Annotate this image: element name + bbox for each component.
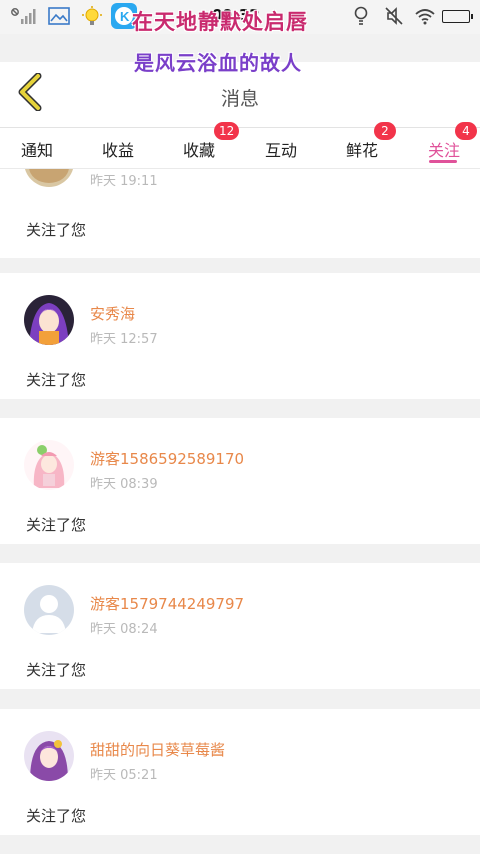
page-title: 消息 bbox=[220, 88, 259, 110]
tab-label: 关注 bbox=[427, 140, 460, 160]
message-time: 昨天 05:21 bbox=[90, 768, 158, 783]
user-name[interactable]: 游客1586592589170 bbox=[90, 448, 244, 469]
user-name[interactable]: 甜甜的向日葵草莓酱 bbox=[90, 739, 225, 760]
message-text: 关注了您 bbox=[26, 371, 87, 389]
signal-icon bbox=[10, 5, 36, 27]
message-text: 关注了您 bbox=[26, 807, 87, 825]
tab-bar: 通知 收益 收藏 12 互动 鲜花 2 关注 4 bbox=[0, 122, 480, 169]
tab-follows[interactable]: 关注 4 bbox=[419, 122, 477, 169]
svg-text:K: K bbox=[120, 9, 130, 24]
anime-pink-avatar[interactable] bbox=[24, 440, 74, 490]
tab-favorites[interactable]: 收藏 12 bbox=[174, 122, 240, 169]
message-list[interactable]: 昨天 19:11 关注了您 安秀海 昨天 12:57 关注了您 游客158659… bbox=[0, 169, 480, 854]
list-item[interactable]: 安秀海 昨天 12:57 关注了您 bbox=[0, 273, 480, 399]
list-item[interactable]: 甜甜的向日葵草莓酱 昨天 05:21 关注了您 bbox=[0, 709, 480, 835]
anime-violet-avatar[interactable] bbox=[24, 731, 74, 781]
message-time: 昨天 12:57 bbox=[90, 332, 158, 347]
gallery-icon bbox=[48, 5, 70, 27]
status-time: 09:32 bbox=[212, 6, 260, 24]
anime-purple-avatar[interactable] bbox=[24, 295, 74, 345]
flowers-badge: 2 bbox=[374, 122, 396, 140]
lightbulb-notification-icon bbox=[80, 5, 106, 27]
mute-icon bbox=[384, 5, 404, 27]
idea-icon bbox=[352, 5, 370, 27]
k-app-icon: K bbox=[111, 3, 137, 29]
active-tab-indicator bbox=[429, 160, 457, 163]
message-time: 昨天 08:39 bbox=[90, 477, 158, 492]
tab-label: 收益 bbox=[101, 140, 134, 160]
list-item[interactable]: 游客1579744249797 昨天 08:24 关注了您 bbox=[0, 563, 480, 689]
user-name[interactable]: 安秀海 bbox=[90, 303, 135, 324]
tab-interactions[interactable]: 互动 bbox=[256, 128, 306, 169]
tab-label: 互动 bbox=[264, 140, 297, 160]
list-item[interactable]: 昨天 19:11 关注了您 bbox=[0, 169, 480, 258]
tab-flowers[interactable]: 鲜花 2 bbox=[337, 122, 396, 169]
message-time: 昨天 19:11 bbox=[90, 174, 158, 189]
message-text: 关注了您 bbox=[26, 516, 87, 534]
tab-label: 通知 bbox=[20, 140, 53, 160]
message-text: 关注了您 bbox=[26, 221, 87, 239]
battery-icon bbox=[442, 10, 473, 23]
list-item[interactable]: 游客1586592589170 昨天 08:39 关注了您 bbox=[0, 418, 480, 544]
cat-avatar[interactable] bbox=[24, 169, 74, 187]
header: 消息 bbox=[0, 62, 480, 128]
wifi-icon bbox=[414, 5, 436, 27]
follows-badge: 4 bbox=[455, 122, 477, 140]
tab-earnings[interactable]: 收益 bbox=[93, 128, 143, 169]
favorites-badge: 12 bbox=[214, 122, 240, 140]
default-avatar[interactable] bbox=[24, 585, 74, 635]
user-name[interactable]: 游客1579744249797 bbox=[90, 593, 244, 614]
tab-label: 鲜花 bbox=[345, 140, 378, 160]
message-text: 关注了您 bbox=[26, 661, 87, 679]
message-time: 昨天 08:24 bbox=[90, 622, 158, 637]
status-bar: K 09:32 bbox=[0, 0, 480, 34]
tab-notifications[interactable]: 通知 bbox=[12, 128, 62, 169]
tab-label: 收藏 bbox=[182, 140, 215, 160]
